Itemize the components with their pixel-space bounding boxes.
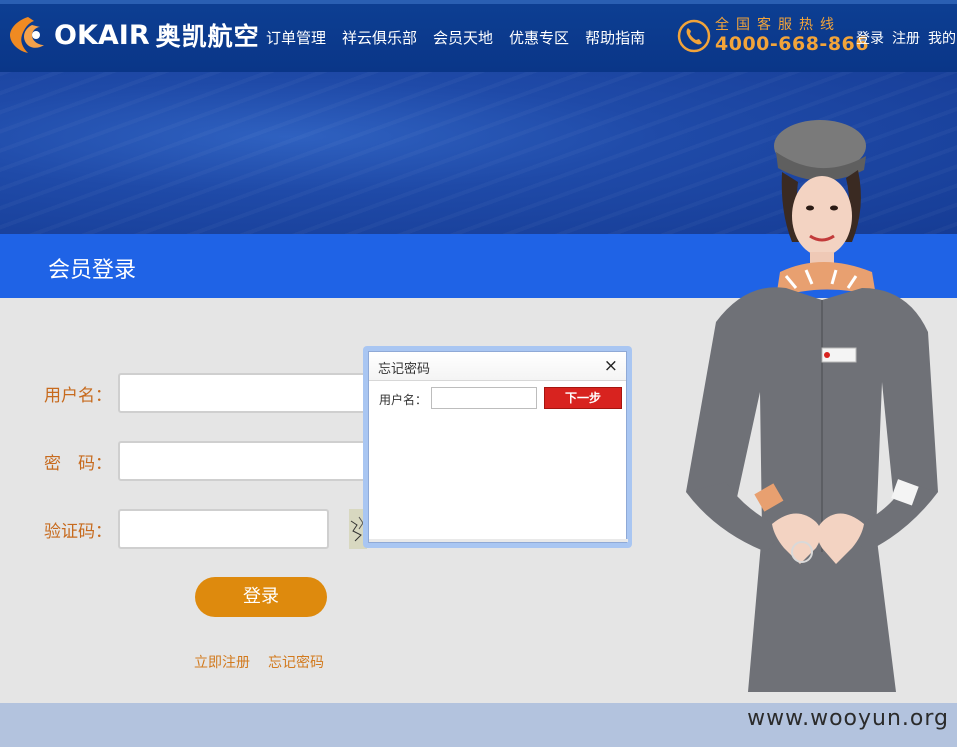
hotline-number: 4000-668-866 [715,33,869,55]
captcha-row: 验证码： [44,509,329,549]
page-title: 会员登录 [48,258,137,283]
login-button[interactable]: 登录 [195,577,327,617]
main-nav: 订单管理 祥云俱乐部 会员天地 优惠专区 帮助指南 [266,27,645,48]
dialog-titlebar[interactable]: 忘记密码 × [369,352,626,381]
next-step-button[interactable]: 下一步 [544,387,622,409]
form-links: 立即注册 忘记密码 [194,652,324,672]
okair-logo-icon [10,17,44,53]
phone-icon [677,19,711,53]
nav-promotions[interactable]: 优惠专区 [509,27,569,48]
header-login-link[interactable]: 登录 [856,28,884,48]
logo-text: OKAIR [54,19,150,51]
dialog-body: 忘记密码 × 用户名： 下一步 [368,351,628,543]
header-my-account-link[interactable]: 我的 [928,28,956,48]
hotline-label: 全国客服热线 [715,17,841,33]
close-icon[interactable]: × [604,357,618,375]
password-input[interactable] [118,441,378,481]
nav-xiangyun-club[interactable]: 祥云俱乐部 [342,27,417,48]
captcha-input[interactable] [118,509,329,549]
username-label: 用户名： [44,385,112,406]
watermark-text: www.wooyun.org [747,706,949,731]
user-links: 登录 注册 我的 [856,28,956,48]
password-label: 密 码： [44,453,112,474]
dialog-title: 忘记密码 [378,362,431,377]
top-header: OKAIR 奥凯航空 订单管理 祥云俱乐部 会员天地 优惠专区 帮助指南 全国客… [0,0,957,72]
username-row: 用户名： [44,373,378,413]
header-register-link[interactable]: 注册 [892,28,920,48]
username-input[interactable] [118,373,378,413]
register-link[interactable]: 立即注册 [194,652,250,672]
flight-attendant-image [686,120,938,692]
service-hotline: 全国客服热线 4000-668-866 [677,14,869,58]
captcha-label: 验证码： [44,521,112,542]
nav-help-guide[interactable]: 帮助指南 [585,27,645,48]
dialog-bottom-divider [369,539,628,542]
password-row: 密 码： [44,441,378,481]
logo-chinese-text: 奥凯航空 [155,22,260,51]
dialog-username-input[interactable] [431,387,537,409]
dialog-username-label: 用户名： [379,393,428,407]
forgot-password-link[interactable]: 忘记密码 [268,652,324,672]
okair-logo[interactable]: OKAIR 奥凯航空 [6,12,260,58]
forgot-password-dialog: 忘记密码 × 用户名： 下一步 [363,346,632,548]
nav-order-management[interactable]: 订单管理 [266,27,326,48]
nav-member-world[interactable]: 会员天地 [433,27,493,48]
